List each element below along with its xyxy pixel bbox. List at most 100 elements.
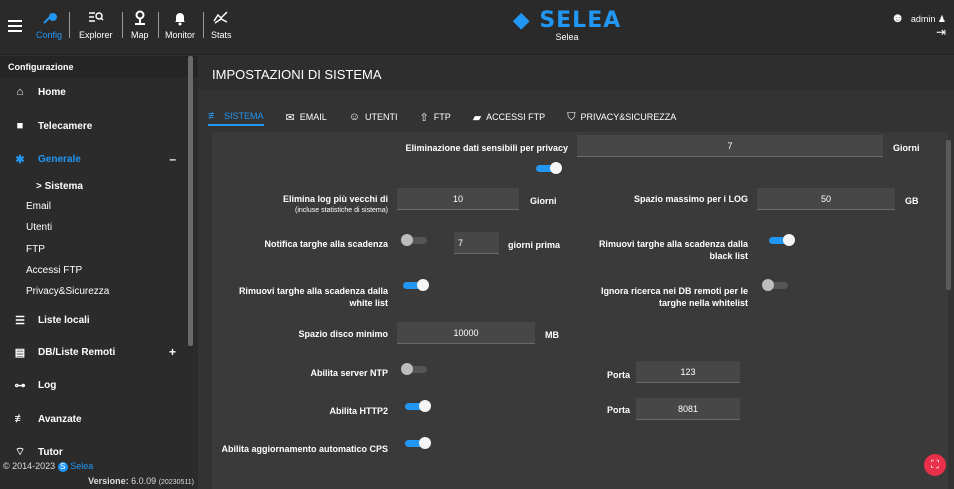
log-days-input[interactable]: 10 [397,188,519,210]
main-panel: IMPOSTAZIONI DI SISTEMA ≢ SISTEMA ✉ EMAIL … [198,56,954,489]
privacy-toggle[interactable] [534,162,562,174]
ntp-port-label: Porta [607,370,631,380]
settings-panel [212,132,948,489]
upload-icon: ⇧ [419,111,429,124]
tab-ftp[interactable]: ⇧ FTP [419,108,450,126]
sidebar-header: Configurazione [0,56,198,78]
logspace-label: Spazio massimo per i LOG [633,194,748,204]
logspace-input[interactable]: 50 [757,188,895,210]
nav-explorer[interactable]: Explorer [79,10,113,40]
notify-unit: giorni prima [508,240,561,250]
ntp-port-input[interactable]: 123 [636,361,740,383]
notify-toggle[interactable] [401,234,429,246]
list-icon: ☰ [15,314,25,327]
nav-config[interactable]: Config [36,10,62,40]
sliders-icon: ≢ [14,413,26,425]
sidebar-item-db-liste-remoti[interactable]: ▤ DB/Liste Remoti + [0,342,186,362]
sidebar-sub-sistema[interactable]: > Sistema [36,181,83,197]
diamond-icon: ◆ [512,8,531,33]
sidebar-item-telecamere[interactable]: ■ Telecamere [0,116,186,136]
version: Versione: 6.0.09 (20230511) [88,476,194,486]
search-list-icon [79,10,113,30]
user-icon: ♟ [937,14,946,24]
sidebar-item-log[interactable]: ⊶ Log [0,375,186,395]
sidebar-sub-utenti[interactable]: Utenti [26,222,52,238]
http2-port-input[interactable]: 8081 [636,398,740,420]
page-title: IMPOSTAZIONI DI SISTEMA [212,67,382,82]
camera-icon: ■ [16,120,24,132]
top-bar: Config Explorer Map Monitor Stats ◆ SELE… [0,0,954,55]
shield-icon: ⛉ [567,110,576,123]
sidebar-item-home[interactable]: ⌂ Home [0,82,186,102]
copyright: © 2014-2023 [3,461,56,471]
fullscreen-icon: ⛶ [931,459,939,471]
privacy-days-input[interactable]: 7 [577,135,883,157]
divider [69,12,70,38]
log-label: Elimina log più vecchi di (incluse stati… [282,194,388,214]
http2-toggle[interactable] [403,400,431,412]
bell-icon [165,10,195,30]
notify-label: Notifica targhe alla scadenza [264,239,388,249]
key-icon: ⊶ [14,379,26,392]
tab-accessi-ftp[interactable]: ▰ ACCESSI FTP [473,108,545,126]
user-menu[interactable]: ☻ admin ♟ ⇥ [891,10,946,39]
nav-stats[interactable]: Stats [211,10,232,40]
sidebar-item-liste-locali[interactable]: ☰ Liste locali [0,310,186,330]
logspace-unit: GB [905,196,919,206]
http2-label: Abilita HTTP2 [329,406,388,416]
black-list-label: Rimuovi targhe alla scadenza dalla black… [598,239,748,261]
stats-icon [211,10,232,30]
folder-icon: ▰ [472,111,482,124]
sidebar-item-generale[interactable]: ✱ Generale – [0,149,186,169]
tab-email[interactable]: ✉ EMAIL [286,108,327,126]
white-list-label: Rimuovi targhe alla scadenza dalla white… [238,286,388,308]
gear-icon: ✱ [15,153,25,166]
ntp-toggle[interactable] [401,363,429,375]
fullscreen-button[interactable]: ⛶ [924,454,946,476]
tab-bar: ≢ SISTEMA ✉ EMAIL ☺ UTENTI ⇧ FTP ▰ ACCESSI FT… [208,108,698,130]
mail-icon: ✉ [285,111,295,124]
cps-label: Abilita aggiornamento automatico CPS [221,444,388,454]
sidebar-item-avanzate[interactable]: ≢ Avanzate [0,409,186,429]
home-icon: ⌂ [16,86,24,98]
nav-map[interactable]: Map [131,10,149,40]
sidebar-scrollbar[interactable] [188,56,193,346]
sidebar-sub-ftp[interactable]: FTP [26,244,45,260]
ignore-remote-toggle[interactable] [762,279,790,291]
brand-logo: ◆ SELEA Selea [512,8,622,42]
nav-monitor[interactable]: Monitor [165,10,195,40]
sliders-icon: ≢ [208,110,219,122]
content-scrollbar[interactable] [946,140,951,290]
disk-unit: MB [545,330,559,340]
sidebar-sub-privacy[interactable]: Privacy&Sicurezza [26,286,109,302]
database-icon: ▤ [14,346,26,359]
account-icon: ☻ [890,10,905,25]
http2-port-label: Porta [607,405,631,415]
tab-privacy-sicurezza[interactable]: ⛉ PRIVACY&SICUREZZA [567,108,676,126]
menu-icon[interactable] [8,20,22,32]
log-unit: Giorni [530,196,557,206]
sidebar-sub-email[interactable]: Email [26,201,51,217]
logout-icon[interactable]: ⇥ [891,25,946,39]
map-pin-icon [131,10,149,30]
divider [203,12,204,38]
users-icon: ☺ [348,111,360,123]
tab-utenti[interactable]: ☺ UTENTI [349,108,398,126]
ntp-label: Abilita server NTP [310,368,388,378]
disk-input[interactable]: 10000 [397,322,535,344]
tab-sistema[interactable]: ≢ SISTEMA [208,108,264,126]
white-list-toggle[interactable] [401,279,429,291]
privacy-unit: Giorni [893,143,920,153]
cps-toggle[interactable] [403,437,431,449]
notify-days-input[interactable]: 7 [454,232,499,254]
collapse-icon[interactable]: – [169,152,176,166]
ignore-remote-label: Ignora ricerca nei DB remoti per le targ… [600,286,748,308]
sidebar-sub-accessi-ftp[interactable]: Accessi FTP [26,265,82,281]
black-list-toggle[interactable] [767,234,795,246]
wifi-icon: ⌔ [14,446,26,458]
privacy-label: Eliminazione dati sensibili per privacy [405,143,568,153]
sidebar-footer: © 2014-2023 S Selea Versione: 6.0.09 (20… [0,458,198,489]
wrench-icon [36,10,62,30]
selea-logo-icon: S [57,462,68,472]
expand-icon[interactable]: + [169,345,176,359]
